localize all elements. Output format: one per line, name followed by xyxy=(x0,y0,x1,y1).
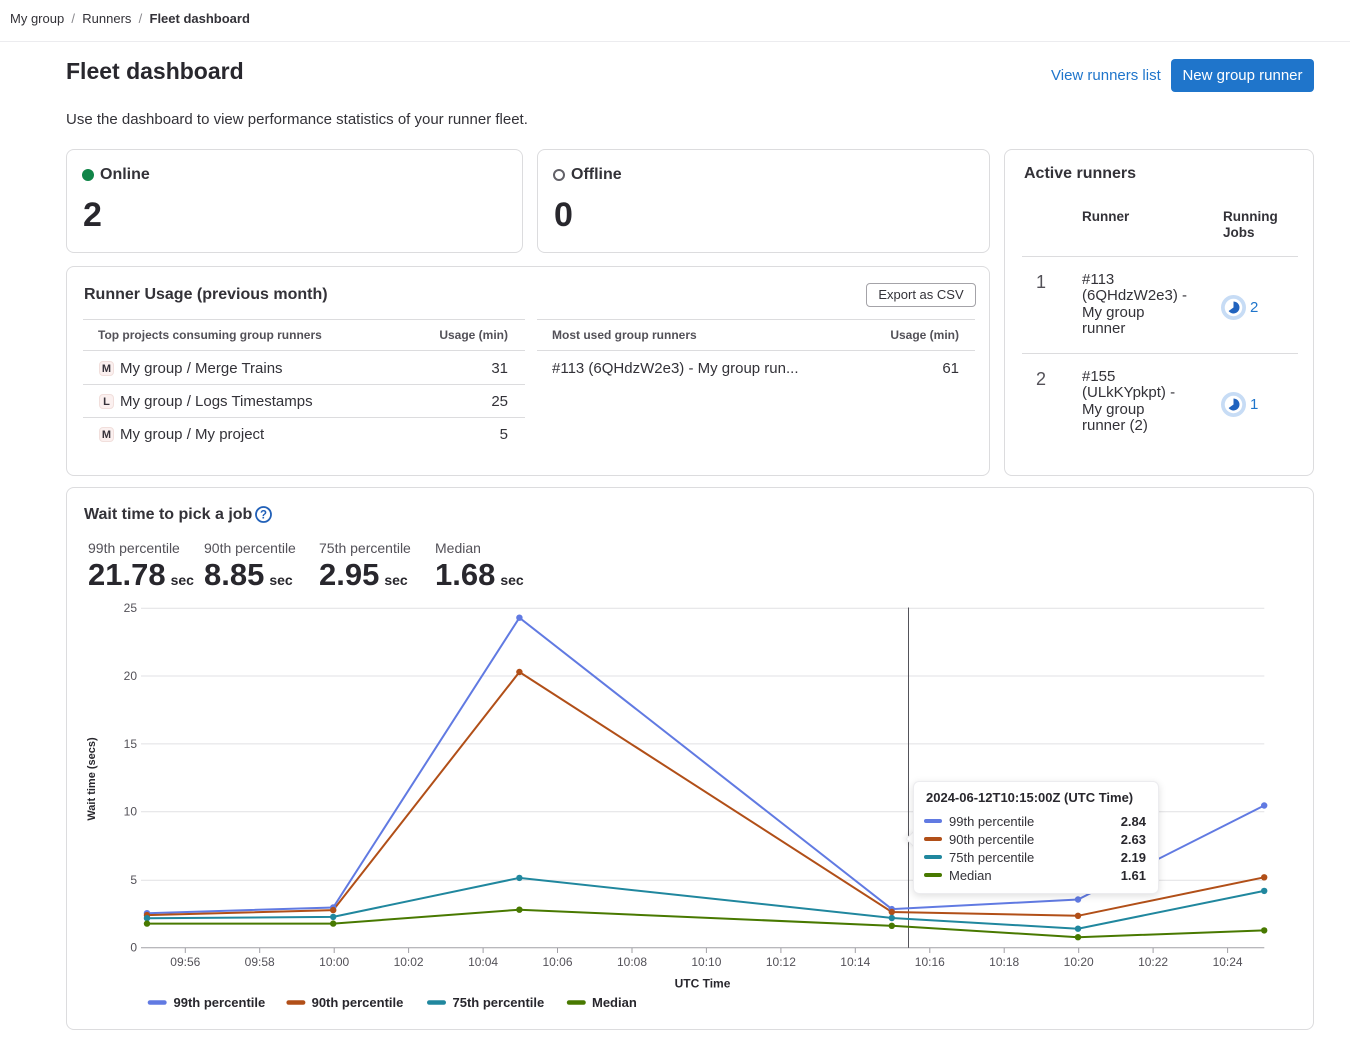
svg-text:10:10: 10:10 xyxy=(691,955,721,969)
svg-text:09:58: 09:58 xyxy=(245,955,275,969)
svg-text:10:16: 10:16 xyxy=(915,955,945,969)
svg-text:15: 15 xyxy=(124,737,138,751)
svg-text:25: 25 xyxy=(124,601,138,615)
svg-text:10:06: 10:06 xyxy=(542,955,572,969)
svg-text:10:20: 10:20 xyxy=(1064,955,1094,969)
svg-text:10:14: 10:14 xyxy=(840,955,870,969)
svg-text:10:00: 10:00 xyxy=(319,955,349,969)
svg-text:Median: Median xyxy=(592,995,637,1010)
svg-text:90th percentile: 90th percentile xyxy=(312,995,404,1010)
svg-text:20: 20 xyxy=(124,669,138,683)
svg-text:Wait time (secs): Wait time (secs) xyxy=(86,737,98,821)
svg-text:10:22: 10:22 xyxy=(1138,955,1168,969)
svg-text:09:56: 09:56 xyxy=(170,955,200,969)
svg-text:75th percentile: 75th percentile xyxy=(453,995,545,1010)
svg-text:?: ? xyxy=(260,510,267,522)
svg-text:10:18: 10:18 xyxy=(989,955,1019,969)
svg-text:10:24: 10:24 xyxy=(1213,955,1243,969)
svg-text:0: 0 xyxy=(130,941,137,955)
svg-text:5: 5 xyxy=(130,873,137,887)
svg-text:UTC Time: UTC Time xyxy=(675,977,731,991)
svg-text:10:02: 10:02 xyxy=(394,955,424,969)
svg-text:10:04: 10:04 xyxy=(468,955,498,969)
svg-text:10: 10 xyxy=(124,805,138,819)
svg-text:10:12: 10:12 xyxy=(766,955,796,969)
svg-text:10:08: 10:08 xyxy=(617,955,647,969)
svg-text:99th percentile: 99th percentile xyxy=(174,995,266,1010)
